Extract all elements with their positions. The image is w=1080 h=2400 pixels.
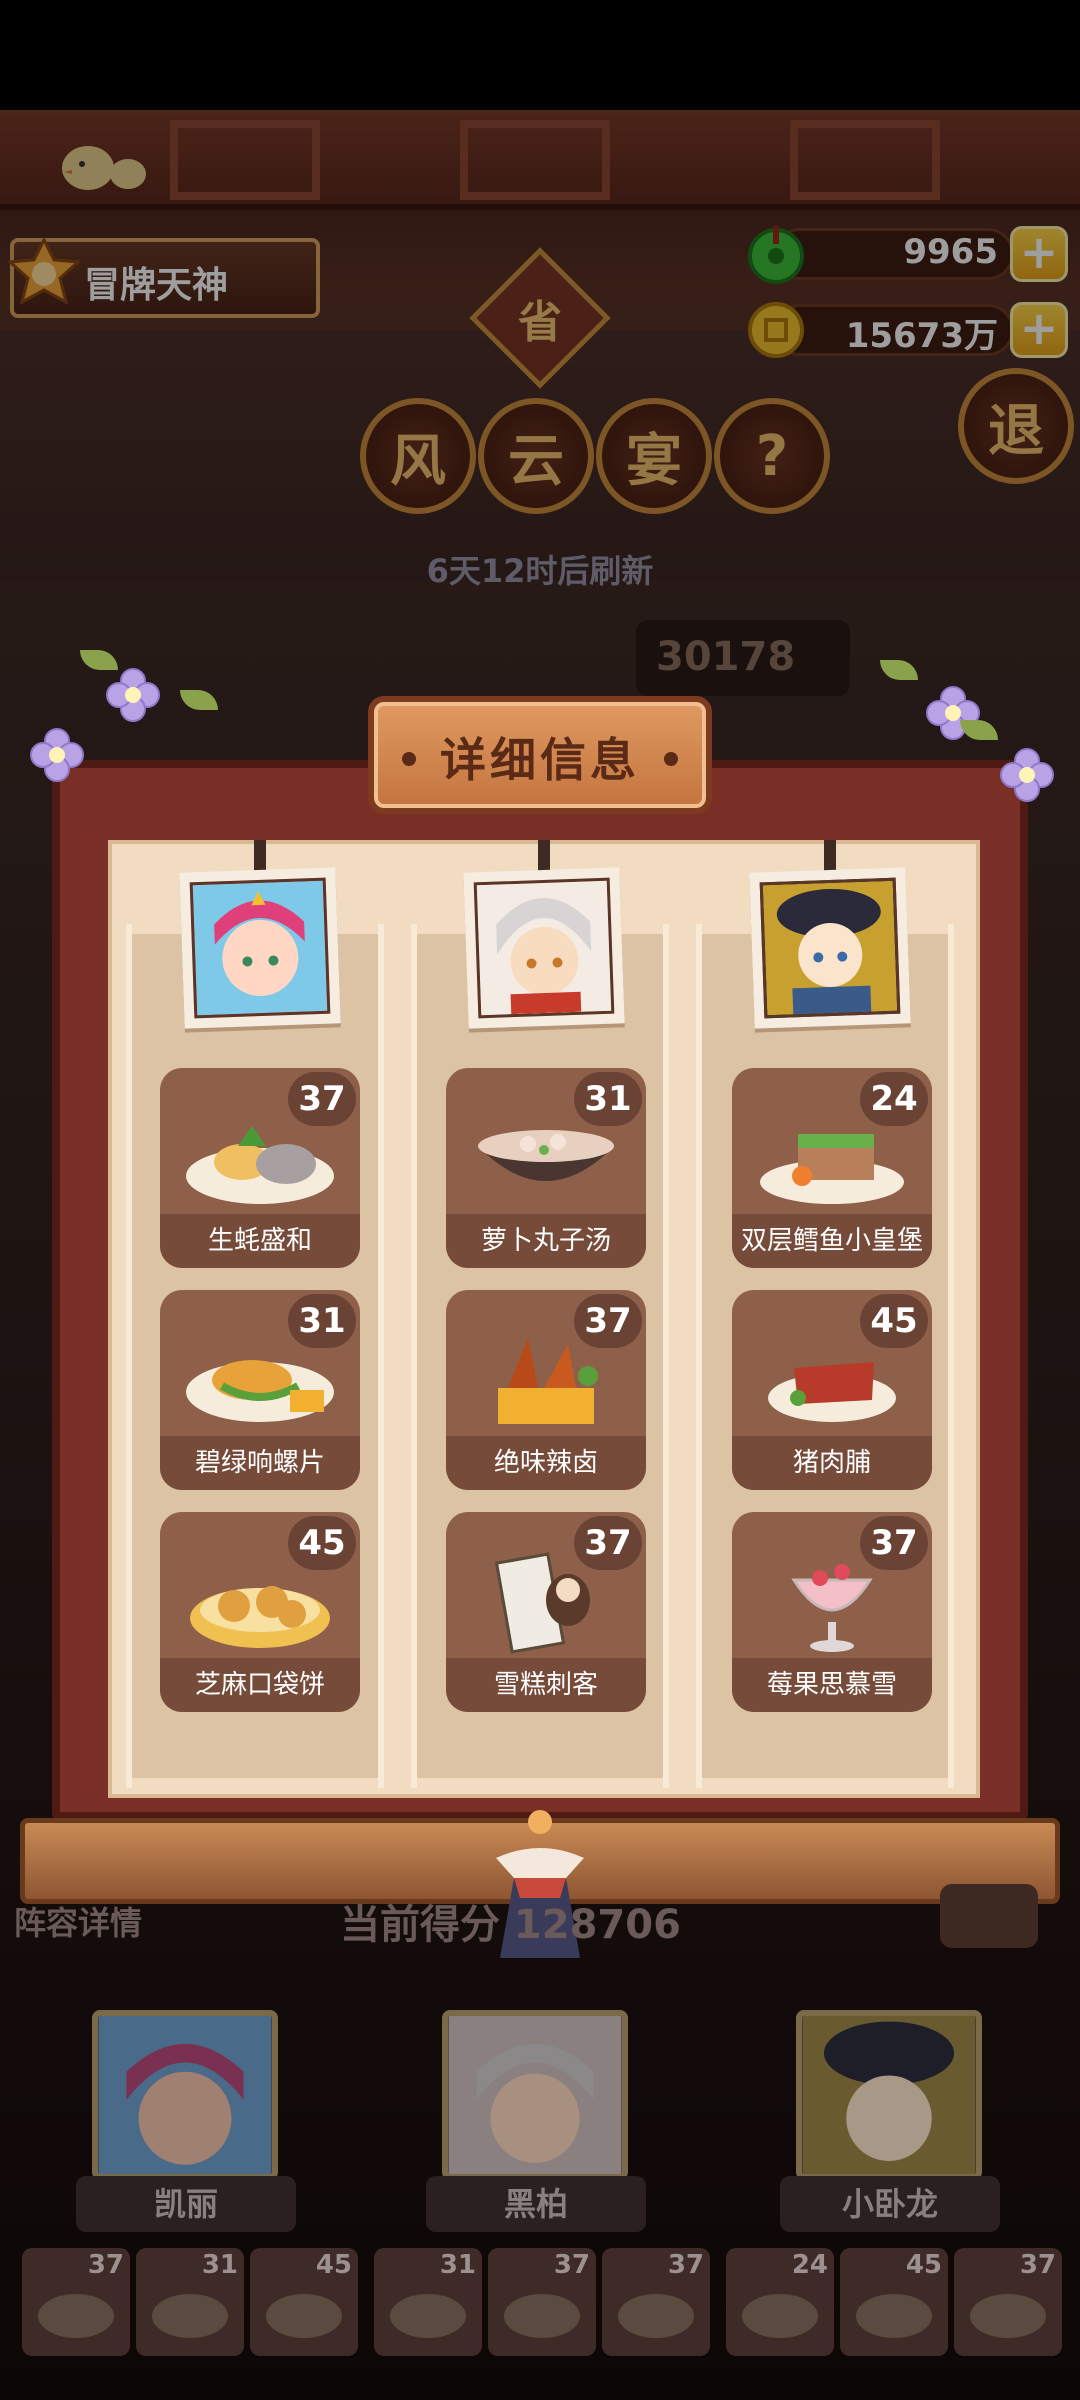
panel-header: 详细信息 bbox=[368, 696, 712, 814]
mini-dish-slot: 31 bbox=[136, 2248, 244, 2356]
flower-icon bbox=[106, 668, 160, 722]
mini-dish-slot: 31 bbox=[374, 2248, 482, 2356]
mini-dish-count: 37 bbox=[553, 2250, 590, 2280]
chef-portrait-1[interactable] bbox=[179, 867, 341, 1029]
dish-card[interactable]: 37 莓果思慕雪 bbox=[732, 1512, 932, 1712]
dish-name: 生蚝盛和 bbox=[160, 1214, 360, 1268]
dish-card[interactable]: 31 碧绿响螺片 bbox=[160, 1290, 360, 1490]
mini-dish-slot: 24 bbox=[726, 2248, 834, 2356]
hero-name: 凯丽 bbox=[76, 2176, 296, 2232]
dish-name: 绝味辣卤 bbox=[446, 1436, 646, 1490]
mini-dish-count: 37 bbox=[1019, 2250, 1056, 2280]
dish-name: 雪糕刺客 bbox=[446, 1658, 646, 1712]
dish-name: 萝卜丸子汤 bbox=[446, 1214, 646, 1268]
mini-dish-count: 45 bbox=[315, 2250, 352, 2280]
hero-heibai-icon bbox=[448, 2016, 622, 2174]
hero-kaili-icon bbox=[98, 2016, 272, 2174]
chef-kaili-icon bbox=[192, 880, 328, 1016]
dish-count: 45 bbox=[860, 1294, 928, 1348]
dish-name: 猪肉脯 bbox=[732, 1436, 932, 1490]
status-bar bbox=[0, 0, 1080, 110]
chef-heibai-icon bbox=[476, 880, 612, 1016]
hero-card-kaili bbox=[92, 2010, 278, 2180]
dish-count: 37 bbox=[574, 1294, 642, 1348]
dish-count: 24 bbox=[860, 1072, 928, 1126]
hero-card-heibai bbox=[442, 2010, 628, 2180]
mini-dish-slot: 37 bbox=[22, 2248, 130, 2356]
dish-count: 37 bbox=[288, 1072, 356, 1126]
dish-card[interactable]: 37 绝味辣卤 bbox=[446, 1290, 646, 1490]
dish-count: 45 bbox=[288, 1516, 356, 1570]
hero-xiaowolong-icon bbox=[802, 2016, 976, 2174]
mini-dish-slot: 37 bbox=[954, 2248, 1062, 2356]
mini-dish-slot: 45 bbox=[250, 2248, 358, 2356]
header-dot-right bbox=[664, 752, 678, 766]
hero-card-xiaowolong bbox=[796, 2010, 982, 2180]
dish-card[interactable]: 37 雪糕刺客 bbox=[446, 1512, 646, 1712]
mini-dish-count: 31 bbox=[201, 2250, 238, 2280]
dish-card[interactable]: 37 生蚝盛和 bbox=[160, 1068, 360, 1268]
mini-dish-count: 31 bbox=[439, 2250, 476, 2280]
mini-dish-count: 37 bbox=[667, 2250, 704, 2280]
dish-name: 莓果思慕雪 bbox=[732, 1658, 932, 1712]
dish-count: 31 bbox=[574, 1072, 642, 1126]
chef-portrait-2[interactable] bbox=[463, 867, 625, 1029]
dish-card[interactable]: 24 双层鳕鱼小皇堡 bbox=[732, 1068, 932, 1268]
mini-dish-count: 45 bbox=[905, 2250, 942, 2280]
dish-name: 双层鳕鱼小皇堡 bbox=[732, 1214, 932, 1268]
dish-card[interactable]: 31 萝卜丸子汤 bbox=[446, 1068, 646, 1268]
mini-dish-count: 24 bbox=[791, 2250, 828, 2280]
chef-portrait-3[interactable] bbox=[749, 867, 911, 1029]
mini-dish-slot: 37 bbox=[602, 2248, 710, 2356]
dish-name: 芝麻口袋饼 bbox=[160, 1658, 360, 1712]
dish-card[interactable]: 45 芝麻口袋饼 bbox=[160, 1512, 360, 1712]
mini-dish-count: 37 bbox=[87, 2250, 124, 2280]
lineup-details-link: 阵容详情 bbox=[14, 1904, 143, 1942]
current-score: 当前得分 128706 bbox=[340, 1902, 681, 1948]
mini-dish-slot: 37 bbox=[488, 2248, 596, 2356]
flower-icon bbox=[30, 728, 84, 782]
flower-icon bbox=[1000, 748, 1054, 802]
dish-count: 37 bbox=[574, 1516, 642, 1570]
dish-card[interactable]: 45 猪肉脯 bbox=[732, 1290, 932, 1490]
hero-name: 黑柏 bbox=[426, 2176, 646, 2232]
dish-name: 碧绿响螺片 bbox=[160, 1436, 360, 1490]
hero-name: 小卧龙 bbox=[780, 2176, 1000, 2232]
reset-chip bbox=[940, 1884, 1038, 1948]
panel-title: 详细信息 bbox=[440, 733, 640, 787]
dish-count: 37 bbox=[860, 1516, 928, 1570]
chef-xiaowolong-icon bbox=[762, 880, 898, 1016]
dish-count: 31 bbox=[288, 1294, 356, 1348]
mini-dish-slot: 45 bbox=[840, 2248, 948, 2356]
